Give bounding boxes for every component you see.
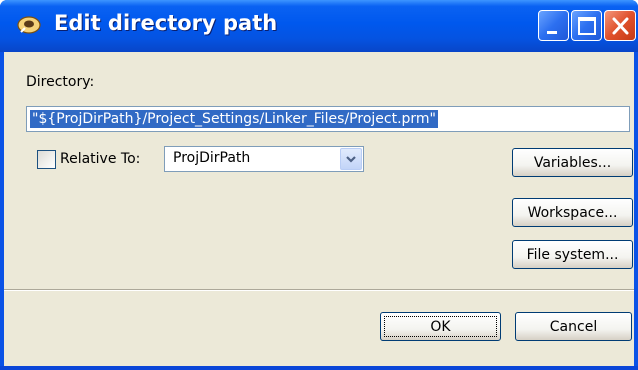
directory-input[interactable]: "${ProjDirPath}/Project_Settings/Linker_…: [26, 106, 630, 132]
cancel-button[interactable]: Cancel: [515, 312, 632, 341]
title-bar[interactable]: Edit directory path: [0, 0, 638, 52]
close-button[interactable]: [604, 10, 636, 41]
eclipse-wrench-icon: [16, 12, 42, 38]
ok-button[interactable]: OK: [380, 312, 501, 341]
relative-to-label[interactable]: Relative To:: [60, 151, 140, 167]
minimize-icon: [547, 31, 557, 34]
separator: [4, 289, 634, 291]
file-system-button[interactable]: File system...: [512, 240, 633, 269]
dialog-title: Edit directory path: [54, 11, 278, 35]
ok-button-label: OK: [384, 316, 497, 337]
maximize-button[interactable]: [571, 10, 602, 41]
dialog-window: Edit directory path Directory: "${ProjDi…: [0, 0, 638, 370]
chevron-down-icon: [346, 156, 356, 163]
workspace-button[interactable]: Workspace...: [512, 198, 633, 227]
minimize-button[interactable]: [538, 10, 569, 41]
directory-input-value: "${ProjDirPath}/Project_Settings/Linker_…: [30, 110, 438, 128]
dialog-body: Directory: "${ProjDirPath}/Project_Setti…: [4, 52, 634, 366]
directory-label: Directory:: [26, 74, 95, 90]
variables-button[interactable]: Variables...: [512, 148, 633, 177]
close-icon: [612, 17, 629, 35]
relative-to-checkbox[interactable]: [37, 150, 56, 169]
relative-to-selected: ProjDirPath: [173, 150, 251, 166]
maximize-icon: [578, 17, 596, 35]
window-bottom-border: [0, 366, 638, 370]
relative-to-dropdown[interactable]: ProjDirPath: [164, 146, 364, 172]
dropdown-arrow-button[interactable]: [340, 148, 362, 170]
